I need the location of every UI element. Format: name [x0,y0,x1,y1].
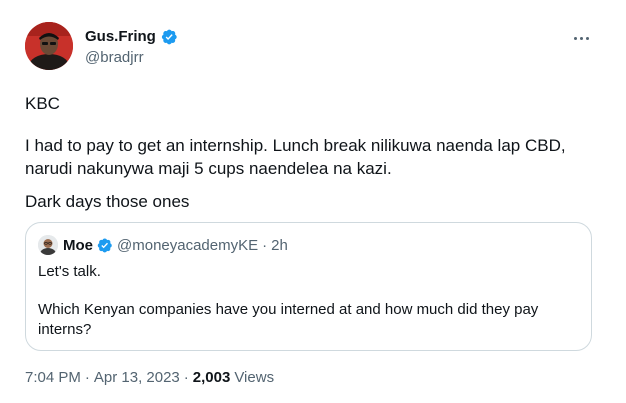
author-display-name[interactable]: Gus.Fring [85,27,156,47]
tweet-card: Gus.Fring @bradjrr KBC I had to pay to g… [0,0,626,403]
separator-dot: · [183,368,189,386]
verified-badge-icon [160,28,178,46]
more-dot [579,36,583,40]
author-avatar[interactable] [25,22,73,70]
separator-dot: · [262,236,268,254]
more-dot [585,36,589,40]
quoted-tweet[interactable]: Moe @moneyacademyKE · 2h Let's talk. Whi… [25,222,592,351]
quoted-handle: @moneyacademyKE [117,236,259,254]
tweet-text-line: KBC [25,94,60,113]
tweet-meta: 7:04 PM · Apr 13, 2023 · 2,003 Views [25,367,274,387]
more-options-button[interactable] [566,28,596,48]
profile-photo [25,22,73,70]
quoted-text-paragraph: Which Kenyan companies have you interned… [38,301,539,338]
tweet-time[interactable]: 7:04 PM [25,369,81,386]
views-label: Views [234,368,275,386]
tweet-text-line: Dark days those ones [25,192,190,211]
author-name-row: Gus.Fring [85,27,178,47]
more-dot [573,36,577,40]
quoted-text-line: Let's talk. [38,263,101,280]
views-count[interactable]: 2,003 [193,369,231,386]
tweet-text-paragraph: I had to pay to get an internship. Lunch… [25,136,566,178]
separator-dot: · [84,368,90,386]
quoted-author-avatar [38,235,58,255]
quoted-display-name: Moe [63,236,93,254]
verified-badge-icon [96,237,113,254]
quoted-timestamp[interactable]: 2h [271,237,288,254]
tweet-date[interactable]: Apr 13, 2023 [94,369,180,386]
author-handle[interactable]: @bradjrr [85,48,144,68]
quoted-tweet-header: Moe @moneyacademyKE · 2h [38,235,288,255]
